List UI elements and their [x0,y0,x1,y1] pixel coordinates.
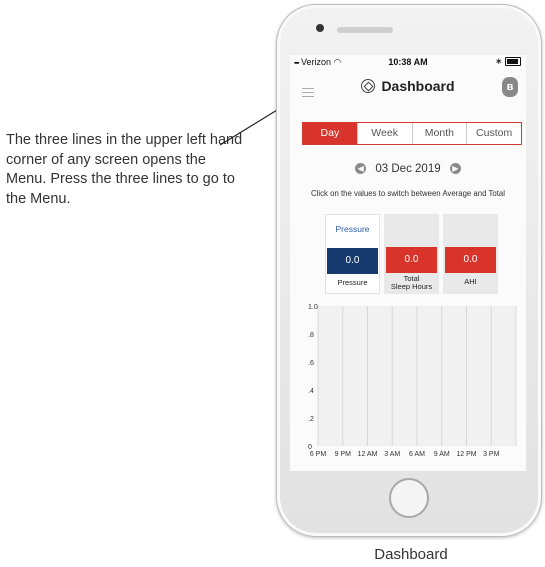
x-tick-label: 6 PM [310,451,327,458]
y-tick-label: .2 [308,416,314,423]
figure-caption: Dashboard [0,546,545,563]
current-date: 03 Dec 2019 [375,163,441,175]
period-tabs: Day Week Month Custom [302,122,522,145]
x-tick-label: 12 PM [456,451,476,458]
tab-custom[interactable]: Custom [466,123,521,144]
x-tick-label: 9 AM [434,451,450,458]
metric-label-line2: Sleep Hours [390,282,433,291]
app-logo-icon [361,79,376,93]
y-tick-label: .8 [308,332,314,339]
metric-value[interactable]: 0.0 [445,247,496,273]
x-tick-label: 6 AM [409,451,425,458]
x-tick-label: 3 PM [483,451,500,458]
y-tick-label: 0 [308,444,312,451]
metric-value[interactable]: 0.0 [386,247,437,273]
y-tick-label: .6 [308,360,314,367]
app-header: Dashboard ʙ [290,71,526,99]
next-date-icon[interactable]: ▶ [449,163,461,175]
metric-card-sleep-hours[interactable]: 0.0 Total Sleep Hours [384,214,439,294]
menu-annotation: The three lines in the upper left hand c… [6,132,243,207]
page-title: Dashboard [381,78,455,94]
status-bar: ▪▪▪ Verizon ◠ 10:38 AM ∗ [290,55,526,69]
status-right: ∗ [495,56,521,67]
x-tick-label: 9 PM [335,451,352,458]
metric-value[interactable]: 0.0 [327,248,378,274]
home-button[interactable] [389,478,429,518]
caption-text: Dashboard [374,546,448,563]
y-tick-label: 1.0 [308,304,318,311]
phone-screen: ▪▪▪ Verizon ◠ 10:38 AM ∗ Dashboard ʙ Day… [290,55,526,471]
front-camera [316,24,324,32]
x-tick-label: 3 AM [384,451,400,458]
x-tick-label: 12 AM [358,451,378,458]
metric-label: Pressure [337,278,368,287]
metric-card-ahi[interactable]: 0.0 AHI [443,214,498,294]
metric-label: Total Sleep Hours [384,275,439,291]
metric-label: AHI [464,277,477,286]
tab-week[interactable]: Week [356,123,412,144]
tab-day[interactable]: Day [303,123,357,144]
status-time: 10:38 AM [388,57,428,67]
battery-icon [505,57,521,67]
date-navigator: ◀ 03 Dec 2019 ▶ [290,163,526,175]
tab-month[interactable]: Month [411,123,467,144]
page-title-wrap: Dashboard [290,78,526,94]
metric-card-pressure[interactable]: Pressure 0.0 Pressure [325,214,380,294]
usage-chart: 1.0 .8 .6 .4 .2 06 PM 9 PM 12 AM 3 AM 6 AM 9 AM 12 … [308,304,517,458]
metric-selector[interactable]: Pressure [326,224,379,234]
y-tick-label: .4 [308,388,314,395]
prev-date-icon[interactable]: ◀ [355,163,367,175]
bluetooth-icon[interactable]: ʙ [502,77,518,97]
earpiece-speaker [337,27,393,33]
hint-text: Click on the values to switch between Av… [311,189,505,198]
bluetooth-status-icon: ∗ [494,56,503,66]
